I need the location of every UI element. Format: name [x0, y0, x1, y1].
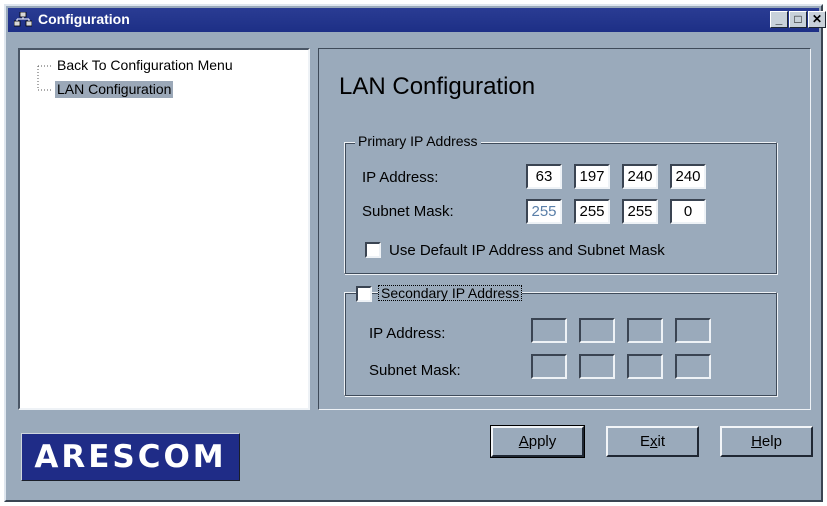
secondary-ip-checkbox[interactable]	[356, 286, 372, 302]
arescom-logo: ARESCOM	[21, 433, 240, 481]
maximize-button[interactable]: □	[789, 11, 807, 28]
close-button[interactable]: ✕	[808, 11, 826, 28]
secondary-mask-octet-3[interactable]	[627, 354, 663, 379]
primary-subnet-mask-label: Subnet Mask:	[362, 203, 454, 220]
primary-ip-octet-1[interactable]: 63	[526, 164, 562, 189]
help-button-label: Help	[751, 433, 782, 450]
secondary-ip-group	[344, 292, 777, 396]
secondary-subnet-mask-label: Subnet Mask:	[369, 362, 461, 379]
minimize-button[interactable]: _	[770, 11, 788, 28]
secondary-ip-octet-2[interactable]	[579, 318, 615, 343]
secondary-mask-octet-4[interactable]	[675, 354, 711, 379]
primary-ip-octet-3[interactable]: 240	[622, 164, 658, 189]
secondary-ip-octet-4[interactable]	[675, 318, 711, 343]
secondary-mask-octet-1[interactable]	[531, 354, 567, 379]
tree-connector-lines	[37, 65, 52, 91]
navigation-tree[interactable]: Back To Configuration Menu LAN Configura…	[18, 48, 310, 410]
title-bar[interactable]: Configuration _ □ ✕	[8, 8, 826, 32]
tree-item-lan-configuration[interactable]: LAN Configuration	[55, 81, 174, 98]
primary-ip-legend: Primary IP Address	[355, 133, 481, 149]
tree-item-back-to-configuration-menu[interactable]: Back To Configuration Menu	[55, 57, 235, 74]
apply-button[interactable]: Apply	[490, 425, 585, 458]
exit-button-label: Exit	[639, 433, 665, 450]
window-title: Configuration	[38, 11, 130, 27]
primary-mask-octet-3[interactable]: 255	[622, 199, 658, 224]
primary-ip-octet-2[interactable]: 197	[574, 164, 610, 189]
network-computers-icon	[13, 11, 33, 28]
exit-button[interactable]: Exit	[606, 426, 699, 457]
secondary-mask-octet-2[interactable]	[579, 354, 615, 379]
apply-button-label: Apply	[518, 433, 557, 450]
secondary-ip-octet-3[interactable]	[627, 318, 663, 343]
primary-ip-address-label: IP Address:	[362, 169, 439, 186]
secondary-ip-address-label: IP Address:	[369, 325, 446, 342]
mnemonic-letter: H	[751, 433, 762, 450]
use-default-checkbox-label[interactable]: Use Default IP Address and Subnet Mask	[389, 242, 665, 259]
primary-mask-octet-1[interactable]: 255	[526, 199, 562, 224]
mnemonic-letter: x	[650, 433, 658, 450]
primary-mask-octet-2[interactable]: 255	[574, 199, 610, 224]
primary-ip-octet-4[interactable]: 240	[670, 164, 706, 189]
primary-mask-octet-4[interactable]: 0	[670, 199, 706, 224]
secondary-ip-legend[interactable]: Secondary IP Address	[378, 285, 523, 301]
use-default-checkbox[interactable]	[365, 242, 381, 258]
page-title: LAN Configuration	[339, 73, 536, 100]
mnemonic-letter: A	[518, 433, 529, 450]
help-button[interactable]: Help	[720, 426, 813, 457]
secondary-ip-octet-1[interactable]	[531, 318, 567, 343]
